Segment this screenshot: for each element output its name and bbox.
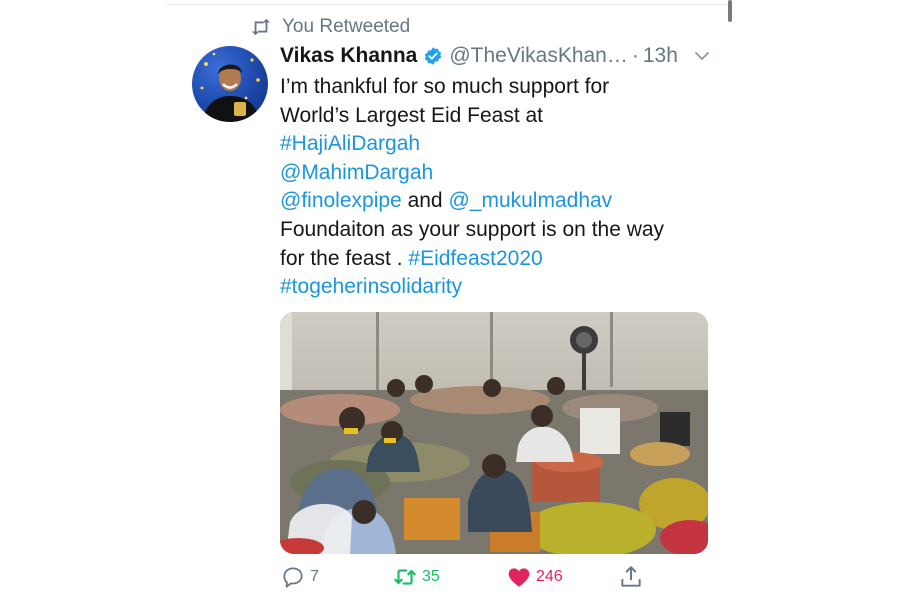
tweet-text-segment: I’m thankful for so much support for	[280, 75, 610, 98]
tweet-media-photo[interactable]	[280, 312, 708, 554]
verified-badge-icon	[425, 47, 442, 65]
divider	[166, 4, 732, 5]
tweet-text-line: for the feast . #Eidfeast2020	[280, 245, 720, 274]
mention-link[interactable]: @finolexpipe	[280, 189, 402, 212]
page: You Retweeted Vikas Khanna @TheVikasKhan…	[0, 0, 900, 600]
share-button[interactable]	[618, 564, 644, 590]
retweet-count: 35	[422, 568, 440, 585]
retweet-context-label: You Retweeted	[282, 16, 411, 37]
scrollbar-thumb[interactable]	[728, 0, 732, 22]
header-separator: ·	[631, 44, 639, 67]
tweet-text-line: I’m thankful for so much support for	[280, 73, 720, 102]
tweet-text-line: @MahimDargah	[280, 159, 720, 188]
share-icon	[621, 566, 641, 587]
retweet-icon	[251, 18, 271, 36]
tweet-text-line: #togeherinsolidarity	[280, 273, 720, 302]
tweet-text-segment: and	[401, 189, 449, 213]
tweet-text-line: #HajiAliDargah	[280, 130, 720, 159]
tweet-text-line: World’s Largest Eid Feast at	[280, 102, 720, 131]
display-name[interactable]: Vikas Khanna	[280, 44, 417, 68]
retweet-icon	[393, 569, 417, 585]
tweet-time[interactable]: 13h	[643, 44, 678, 68]
tweet-text-segment: World’s Largest Eid Feast at	[280, 103, 544, 127]
hashtag-link[interactable]: #HajiAliDargah	[280, 132, 420, 155]
hashtag-link[interactable]: #togeherinsolidarity	[280, 275, 462, 298]
user-handle[interactable]: @TheVikasKhan…	[449, 44, 628, 68]
tweet-header: Vikas Khanna @TheVikasKhan… · 13h	[280, 44, 678, 68]
like-count: 246	[536, 568, 563, 585]
like-button[interactable]: 246	[506, 564, 563, 590]
chevron-down-icon[interactable]	[694, 50, 710, 62]
avatar[interactable]	[192, 46, 268, 122]
reply-icon	[283, 567, 303, 588]
mention-link[interactable]: @MahimDargah	[280, 161, 433, 184]
tweet-text-line: @finolexpipe and @_mukulmadhav	[280, 187, 720, 216]
avatar-image	[200, 52, 260, 122]
reply-button[interactable]: 7	[280, 564, 319, 590]
tweet-action-bar: 7 35 246	[280, 564, 710, 594]
retweet-context: You Retweeted	[250, 16, 410, 38]
tweet-text-segment: for the feast .	[280, 246, 409, 270]
heart-icon	[508, 568, 530, 587]
tweet-text-segment: Foundaiton as your support is on the way	[280, 217, 665, 241]
photo-volunteers-sorting-produce	[280, 312, 708, 554]
hashtag-link[interactable]: #Eidfeast2020	[408, 247, 542, 270]
mention-link[interactable]: @_mukulmadhav	[448, 189, 612, 212]
tweet-text: I’m thankful for so much support for Worl…	[280, 73, 720, 302]
reply-count: 7	[310, 568, 319, 585]
retweet-button[interactable]: 35	[392, 564, 440, 590]
tweet-text-line: Foundaiton as your support is on the way	[280, 216, 720, 245]
